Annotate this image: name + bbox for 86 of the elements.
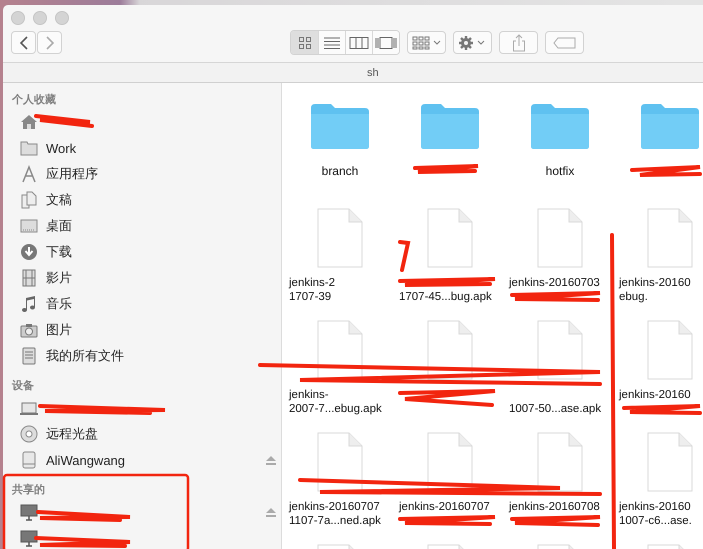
- arrange-icon: [412, 36, 442, 50]
- movies-icon: [20, 269, 38, 287]
- sidebar-item[interactable]: AliWangwang: [3, 447, 281, 473]
- chevron-left-icon: [18, 34, 28, 50]
- document-icon: [646, 208, 694, 268]
- sidebar-item[interactable]: 文稿: [3, 187, 281, 213]
- grid-view-button[interactable]: [291, 31, 318, 54]
- folder-name: hotfix: [546, 164, 574, 178]
- file-name-line: jenkins-20160708: [509, 500, 600, 514]
- eject-icon[interactable]: [266, 456, 276, 465]
- file-name-line: jenkins-20160707: [289, 500, 380, 514]
- disc-icon: [20, 425, 38, 443]
- list-icon: [323, 36, 341, 50]
- gear-icon: [458, 34, 488, 50]
- scribble-mark: [630, 165, 702, 177]
- monitor-icon: [20, 503, 38, 521]
- folder-icon: [419, 102, 481, 150]
- document-icon: [316, 432, 364, 492]
- apps-icon: [20, 165, 38, 183]
- sidebar-section-title: 设备: [10, 379, 34, 394]
- list-view-button[interactable]: [318, 31, 345, 54]
- home-icon: [20, 113, 38, 131]
- drive-icon: [20, 451, 38, 469]
- window-title: sh: [367, 66, 379, 78]
- file-name-line: jenkins-: [289, 388, 329, 402]
- document-icon: [536, 208, 584, 268]
- scribble-mark: [34, 114, 94, 128]
- file-name-line: 1107-7a...ned.apk: [289, 514, 381, 528]
- file-name-line: jenkins-20160: [619, 276, 691, 290]
- sidebar-item[interactable]: 桌面: [3, 213, 281, 239]
- folder-icon: [639, 102, 701, 150]
- arrange-button[interactable]: [407, 31, 446, 54]
- sidebar-item[interactable]: Work: [3, 135, 281, 161]
- file-name-line: ebug.: [619, 290, 648, 304]
- scribble-mark: [398, 240, 410, 272]
- monitor-icon: [20, 529, 38, 547]
- folder-icon: [529, 102, 591, 150]
- file-name-line: 1707-39: [289, 290, 332, 304]
- tag-icon: [552, 36, 576, 48]
- file-name-line: 1007-50...ase.apk: [509, 402, 602, 416]
- folder-name: branch: [322, 164, 358, 178]
- file-name-line: jenkins-20160703: [509, 276, 600, 290]
- cover-flow-icon: [375, 36, 397, 50]
- document-icon: [316, 320, 364, 380]
- file-name-line: jenkins-20160707: [399, 500, 490, 514]
- chevron-right-icon: [44, 34, 54, 50]
- sidebar-section-title: 共享的: [11, 482, 45, 498]
- file-name-line: jenkins-2: [289, 276, 336, 290]
- desktop-icon: [20, 217, 38, 235]
- folder-icon: [309, 102, 371, 150]
- grid-icon: [298, 36, 312, 50]
- scribble-mark: [413, 164, 480, 174]
- columns-icon: [349, 36, 369, 50]
- columns-view-button[interactable]: [345, 31, 372, 54]
- sidebar-item[interactable]: 下载: [3, 239, 281, 265]
- pictures-icon: [20, 321, 38, 339]
- sidebar-section-title: 个人收藏: [10, 92, 56, 108]
- document-icon: [426, 208, 474, 268]
- eject-icon[interactable]: [266, 508, 276, 517]
- document-icon: [316, 208, 364, 268]
- download-icon: [20, 243, 38, 261]
- sidebar-item[interactable]: 我的所有文件: [3, 343, 281, 369]
- document-icon: [536, 320, 584, 380]
- sidebar-item[interactable]: 应用程序: [3, 161, 281, 187]
- music-icon: [20, 295, 38, 313]
- docs-icon: [20, 191, 38, 209]
- sidebar-item[interactable]: 远程光盘: [3, 421, 281, 447]
- document-icon: [646, 432, 694, 492]
- action-button[interactable]: [453, 31, 492, 54]
- file-name-line: 2007-7...ebug.apk: [289, 402, 382, 416]
- file-name-line: jenkins-20160: [619, 388, 691, 402]
- share-button[interactable]: [499, 31, 538, 54]
- share-icon: [512, 34, 526, 52]
- back-button[interactable]: [11, 31, 36, 54]
- file-name-line: jenkins-20160: [619, 500, 691, 514]
- sidebar-item[interactable]: 图片: [3, 317, 281, 343]
- document-icon: [536, 432, 584, 492]
- tag-button[interactable]: [545, 31, 584, 54]
- sidebar-item[interactable]: 影片: [3, 265, 281, 291]
- folder-icon: [20, 139, 38, 157]
- allfiles-icon: [20, 347, 38, 365]
- file-name-line: 1707-45...bug.apk: [399, 290, 492, 304]
- sidebar-item[interactable]: 音乐: [3, 291, 281, 317]
- cover-view-button[interactable]: [372, 31, 399, 54]
- document-icon: [646, 320, 694, 380]
- file-name-line: 1007-c6...ase.: [619, 514, 692, 528]
